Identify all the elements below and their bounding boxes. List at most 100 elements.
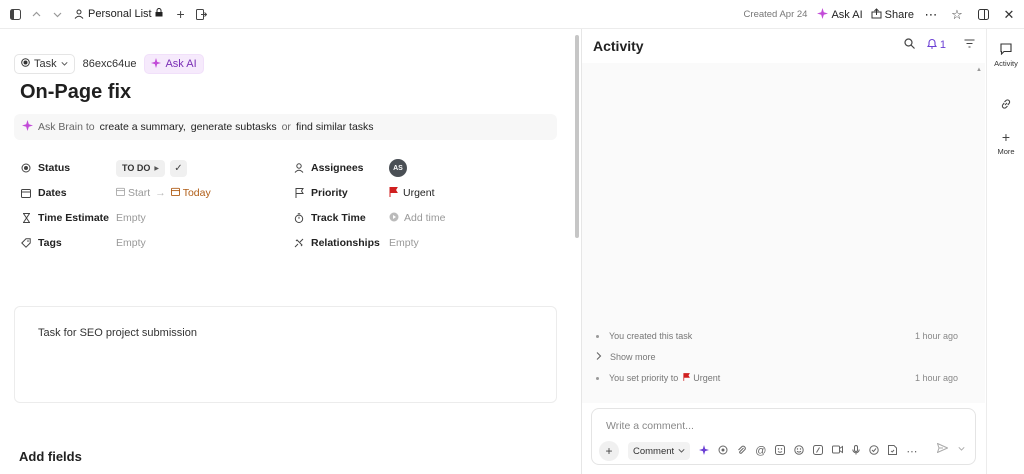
add-attachment-button[interactable]: + (599, 441, 619, 461)
assignee-avatar[interactable]: AS (389, 159, 407, 177)
tag-icon (20, 238, 32, 248)
find-similar-tasks-link[interactable]: find similar tasks (296, 121, 374, 133)
plus-icon[interactable]: + (172, 5, 190, 23)
time-estimate-field: Time Estimate Empty (20, 209, 146, 227)
comment-input[interactable]: Write a comment... (606, 420, 694, 432)
brain-separator-comma: , (182, 121, 186, 133)
activity-scroll-up-icon[interactable]: ▲ (976, 67, 982, 73)
ask-ai-button[interactable]: Ask AI (817, 7, 863, 22)
assign-comment-icon[interactable] (718, 445, 728, 458)
chat-bubble-icon (999, 42, 1013, 56)
rail-more-label: More (997, 147, 1015, 156)
breadcrumb[interactable]: Personal List (73, 5, 163, 23)
search-icon[interactable] (904, 38, 915, 52)
document-icon[interactable] (888, 444, 898, 458)
hourglass-icon (20, 213, 32, 223)
urgent-flag-icon (683, 373, 691, 383)
close-icon[interactable]: ✕ (1000, 6, 1018, 24)
slash-command-icon[interactable] (813, 444, 824, 458)
reaction-icon[interactable] (794, 444, 805, 458)
arrow-right-icon: → (155, 187, 166, 199)
rail-more-button[interactable]: + More (987, 129, 1024, 156)
event-time: 1 hour ago (914, 373, 958, 383)
calendar-icon (20, 188, 32, 198)
filter-icon[interactable] (964, 39, 975, 51)
event-bullet (596, 376, 599, 380)
calendar-icon (116, 187, 125, 199)
rail-activity-label: Activity (994, 59, 1018, 68)
chevron-up-icon[interactable] (27, 5, 45, 23)
flag-outline-icon (293, 188, 305, 198)
add-time-button[interactable]: Add time (389, 212, 445, 225)
sidebar-toggle-icon[interactable] (6, 5, 24, 23)
event-text: You set priority to (609, 373, 679, 383)
due-date-label: Today (182, 187, 211, 199)
brain-separator-or: or (281, 121, 291, 133)
mention-icon[interactable]: @ (755, 445, 766, 457)
priority-label-wrap: Priority (293, 187, 389, 199)
chevron-down-icon[interactable] (48, 5, 66, 23)
complete-check-button[interactable]: ✓ (169, 159, 187, 177)
relationships-value[interactable]: Empty (389, 237, 419, 249)
priority-select[interactable]: Urgent (389, 186, 435, 200)
comment-box[interactable]: Write a comment... + Comment @ ⋯ (591, 408, 976, 465)
start-date-button[interactable]: Start (116, 187, 150, 199)
share-label: Share (884, 8, 914, 21)
create-summary-link[interactable]: create a summary, (100, 121, 186, 133)
paperclip-icon[interactable] (737, 445, 746, 458)
ask-ai-label: Ask AI (831, 8, 863, 21)
rail-links-button[interactable] (987, 97, 1024, 111)
generate-subtasks-link[interactable]: generate subtasks (191, 121, 277, 133)
show-more-button[interactable]: Show more (596, 352, 958, 362)
comment-toolbar: + Comment @ ⋯ (599, 441, 917, 461)
star-icon[interactable]: ☆ (948, 6, 966, 24)
share-icon (871, 7, 882, 22)
due-date-button[interactable]: Today (170, 187, 211, 199)
rail-activity-button[interactable]: Activity (987, 42, 1024, 68)
video-icon[interactable] (832, 445, 844, 457)
task-title[interactable]: On-Page fix (20, 81, 131, 104)
event-time: 1 hour ago (914, 331, 958, 341)
tags-label-wrap: Tags (20, 237, 116, 249)
more-dots-icon[interactable]: ⋯ (906, 445, 917, 458)
created-date: Created Apr 24 (743, 9, 808, 20)
task-ask-ai-button[interactable]: Ask AI (144, 54, 204, 74)
tags-label: Tags (38, 237, 62, 249)
move-out-icon[interactable] (193, 5, 211, 23)
top-bar: Personal List + Created Apr 24 Ask AI Sh… (0, 0, 1024, 29)
time-estimate-value[interactable]: Empty (116, 212, 146, 224)
task-type-label: Task (34, 58, 57, 70)
description-editor[interactable]: Task for SEO project submission (14, 306, 557, 403)
comment-type-select[interactable]: Comment (628, 442, 691, 460)
task-type-select[interactable]: Task (14, 54, 75, 74)
ai-sparkle-icon[interactable] (699, 444, 710, 458)
relationships-field: Relationships Empty (293, 234, 419, 252)
add-fields-heading[interactable]: Add fields (19, 449, 82, 464)
more-dots-icon[interactable]: ⋯ (922, 6, 940, 24)
notifications-button[interactable]: 1 (926, 38, 946, 52)
track-time-label-wrap: Track Time (293, 212, 389, 224)
status-select[interactable]: TO DO ▶ (116, 159, 165, 177)
send-icon[interactable] (936, 442, 949, 456)
chevron-right-icon (596, 352, 602, 362)
assignees-field: Assignees AS (293, 159, 407, 177)
task-id[interactable]: 86exc64ue (78, 54, 141, 74)
chevron-down-icon (678, 446, 685, 457)
ask-brain-bar: Ask Brain to create a summary, generate … (14, 114, 557, 140)
create-summary-label: create a summary (99, 121, 183, 133)
activity-header: Activity 1 (582, 29, 985, 63)
tags-value[interactable]: Empty (116, 237, 146, 249)
task-pane: Task 86exc64ue Ask AI On-Page fix Ask Br… (0, 29, 579, 474)
microphone-icon[interactable] (852, 444, 861, 458)
split-view-icon[interactable] (974, 6, 992, 24)
person-list-icon (73, 5, 85, 23)
send-options-chevron-icon[interactable] (958, 443, 965, 456)
time-estimate-label-wrap: Time Estimate (20, 212, 116, 224)
task-pane-scrollbar[interactable] (575, 35, 579, 238)
emoji-icon[interactable] (775, 444, 786, 458)
share-button[interactable]: Share (871, 7, 914, 22)
list-name[interactable]: Personal List (88, 8, 152, 20)
lock-icon (155, 8, 163, 20)
clip-task-icon[interactable] (869, 444, 880, 458)
activity-feed: You created this task 1 hour ago Show mo… (582, 63, 985, 403)
